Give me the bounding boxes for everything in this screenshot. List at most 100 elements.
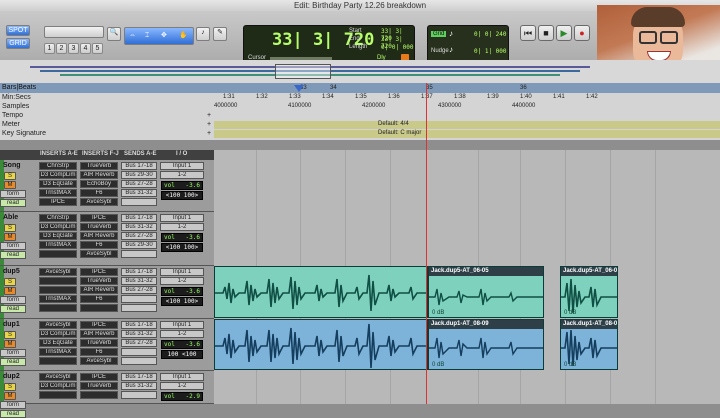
solo-button[interactable]: S [4, 172, 16, 180]
audio-clip-dup1-b[interactable]: Jack.dup1-AT_08-03 0 dB [560, 319, 618, 370]
nudge-label[interactable]: Nudge [431, 48, 449, 54]
playhead-cursor[interactable] [426, 83, 427, 404]
insert-slot-a[interactable]: ChnStrp [39, 162, 77, 170]
volume-readout[interactable]: vol -3.6 [161, 287, 203, 296]
track-name[interactable]: Song [3, 162, 23, 169]
mute-button[interactable]: M [4, 181, 16, 189]
return-to-zero-icon[interactable]: ⏮ [520, 25, 536, 41]
send-slot[interactable]: Bus 31-32 [121, 330, 157, 338]
send-slot[interactable]: Bus 27-28 [121, 286, 157, 294]
input-selector[interactable]: Input 1 [160, 268, 204, 276]
track-row[interactable]: dup1 S Mform read AvceSybl IPCE Bus 17-18 D3 Co… [0, 319, 214, 371]
zoom-preset-2[interactable]: 2 [56, 43, 67, 54]
trim-tool-icon[interactable]: ⇔ [129, 31, 136, 41]
input-selector[interactable]: Input 1 [160, 321, 204, 329]
send-slot[interactable] [121, 295, 157, 303]
automation-mode-selector[interactable]: read [0, 410, 26, 418]
pan-readout[interactable]: <100 100> [161, 297, 203, 306]
length-value[interactable]: 0| 0| 000 [381, 44, 414, 51]
clip-gain-dup1-a[interactable]: 0 dB [432, 362, 444, 368]
output-selector[interactable]: 1-2 [160, 277, 204, 285]
input-selector[interactable]: Input 1 [160, 214, 204, 222]
insert-slot-a[interactable]: ChnStrp [39, 214, 77, 222]
zoom-preset-1[interactable]: 1 [44, 43, 55, 54]
insert-slot-a[interactable]: IPCE [39, 198, 77, 206]
track-name[interactable]: dup5 [3, 268, 23, 275]
grid-mode-button[interactable]: GRID [6, 38, 30, 49]
insert-slot-f[interactable]: AIR Reverb [80, 330, 118, 338]
insert-slot-f[interactable]: AvceSybl [80, 250, 118, 258]
insert-slot-a[interactable]: D3 EqGate [39, 232, 77, 240]
insert-slot-f[interactable]: IPCE [80, 373, 118, 381]
insert-slot-f[interactable]: AIR Reverb [80, 171, 118, 179]
insert-slot-f[interactable]: AIR Reverb [80, 286, 118, 294]
solo-button[interactable]: S [4, 224, 16, 232]
send-slot[interactable] [121, 357, 157, 365]
audio-clip-dup5-main[interactable] [214, 266, 428, 318]
grid-nudge-panel[interactable]: Grid ♪ 0| 0| 240 Nudge ♪ 0| 1| 000 [427, 25, 509, 63]
volume-readout[interactable]: vol -3.6 [161, 340, 203, 349]
selector-tool-icon[interactable]: ⌶ [145, 31, 149, 41]
insert-slot-a[interactable]: AvceSybl [39, 373, 77, 381]
mute-button[interactable]: M [4, 340, 16, 348]
track-view-selector[interactable]: form [0, 296, 26, 304]
insert-slot-a[interactable] [39, 286, 77, 294]
record-button-icon[interactable]: ● [574, 25, 590, 41]
nudge-value[interactable]: 0| 1| 000 [474, 48, 507, 55]
mute-button[interactable]: M [4, 287, 16, 295]
track-view-selector[interactable]: form [0, 349, 26, 357]
key-ruler-lane[interactable] [214, 130, 720, 138]
output-selector[interactable]: 1-2 [160, 330, 204, 338]
zoom-tool-icon[interactable]: 🔍 [107, 27, 121, 41]
insert-slot-a[interactable]: D3 CompLim [39, 223, 77, 231]
mute-button[interactable]: M [4, 233, 16, 241]
insert-slot-a[interactable] [39, 357, 77, 365]
track-row[interactable]: Able S Mform read ChnStrp IPCE Bus 17-18 D3 Com… [0, 212, 214, 266]
selection-marker-icon[interactable] [294, 85, 304, 92]
insert-slot-f[interactable]: F6 [80, 295, 118, 303]
hand-tool-icon[interactable]: ✋ [179, 31, 188, 41]
universe-overview[interactable] [0, 60, 720, 84]
automation-mode-selector[interactable]: read [0, 358, 26, 366]
track-row[interactable]: Song S Mform read ChnStrp TrueVerb Bus 17-18 D3… [0, 160, 214, 212]
mute-button[interactable]: M [4, 392, 16, 400]
audio-clip-dup5-a[interactable]: Jack.dup5-AT_06-05 0 dB [428, 266, 544, 318]
insert-slot-f[interactable]: AvceSybl [80, 357, 118, 365]
insert-slot-a[interactable]: AvceSybl [39, 268, 77, 276]
insert-slot-f[interactable] [80, 304, 118, 312]
visible-range-box[interactable] [275, 64, 331, 79]
insert-slot-f[interactable]: IPCE [80, 321, 118, 329]
clip-gain-dup5-a[interactable]: 0 dB [432, 310, 444, 316]
insert-slot-f[interactable]: TrueVerb [80, 339, 118, 347]
grid-value[interactable]: 0| 0| 240 [474, 31, 507, 38]
automation-mode-selector[interactable]: read [0, 305, 26, 313]
edit-tools-group[interactable]: ⇔ ⌶ ✥ ✋ [124, 27, 194, 45]
grabber-tool-icon[interactable]: ✥ [161, 31, 167, 41]
grid-label[interactable]: Grid [431, 31, 447, 37]
track-name[interactable]: dup2 [3, 373, 23, 380]
send-slot[interactable]: Bus 27-28 [121, 232, 157, 240]
insert-slot-f[interactable]: AvceSybl [80, 198, 118, 206]
stop-button-icon[interactable]: ■ [538, 25, 554, 41]
send-slot[interactable]: Bus 31-32 [121, 277, 157, 285]
insert-slot-a[interactable]: AvceSybl [39, 321, 77, 329]
send-slot[interactable]: Bus 29-30 [121, 171, 157, 179]
zoom-preset-5[interactable]: 5 [92, 43, 103, 54]
bars-beats-ruler[interactable] [0, 83, 720, 93]
pan-readout[interactable]: <100 100> [161, 191, 203, 200]
spot-mode-button[interactable]: SPOT [6, 25, 30, 36]
automation-mode-selector[interactable]: read [0, 199, 26, 207]
insert-slot-a[interactable]: TrnstMAX [39, 189, 77, 197]
insert-slot-a[interactable] [39, 277, 77, 285]
play-button-icon[interactable]: ▶ [556, 25, 572, 41]
scrubber-tool-icon[interactable]: ♪ [196, 27, 210, 41]
add-key-icon[interactable]: + [207, 130, 211, 137]
send-slot[interactable]: Bus 17-18 [121, 214, 157, 222]
zoom-toggle-bar[interactable] [44, 26, 104, 38]
insert-slot-f[interactable]: TrueVerb [80, 223, 118, 231]
audio-clip-dup5-b[interactable]: Jack.dup5-AT_06-03 0 dB [560, 266, 618, 318]
send-slot[interactable]: Bus 31-32 [121, 189, 157, 197]
insert-slot-a[interactable] [39, 250, 77, 258]
audio-clip-dup1-a[interactable]: Jack.dup1-AT_08-09 0 dB [428, 319, 544, 370]
send-slot[interactable]: Bus 27-28 [121, 180, 157, 188]
